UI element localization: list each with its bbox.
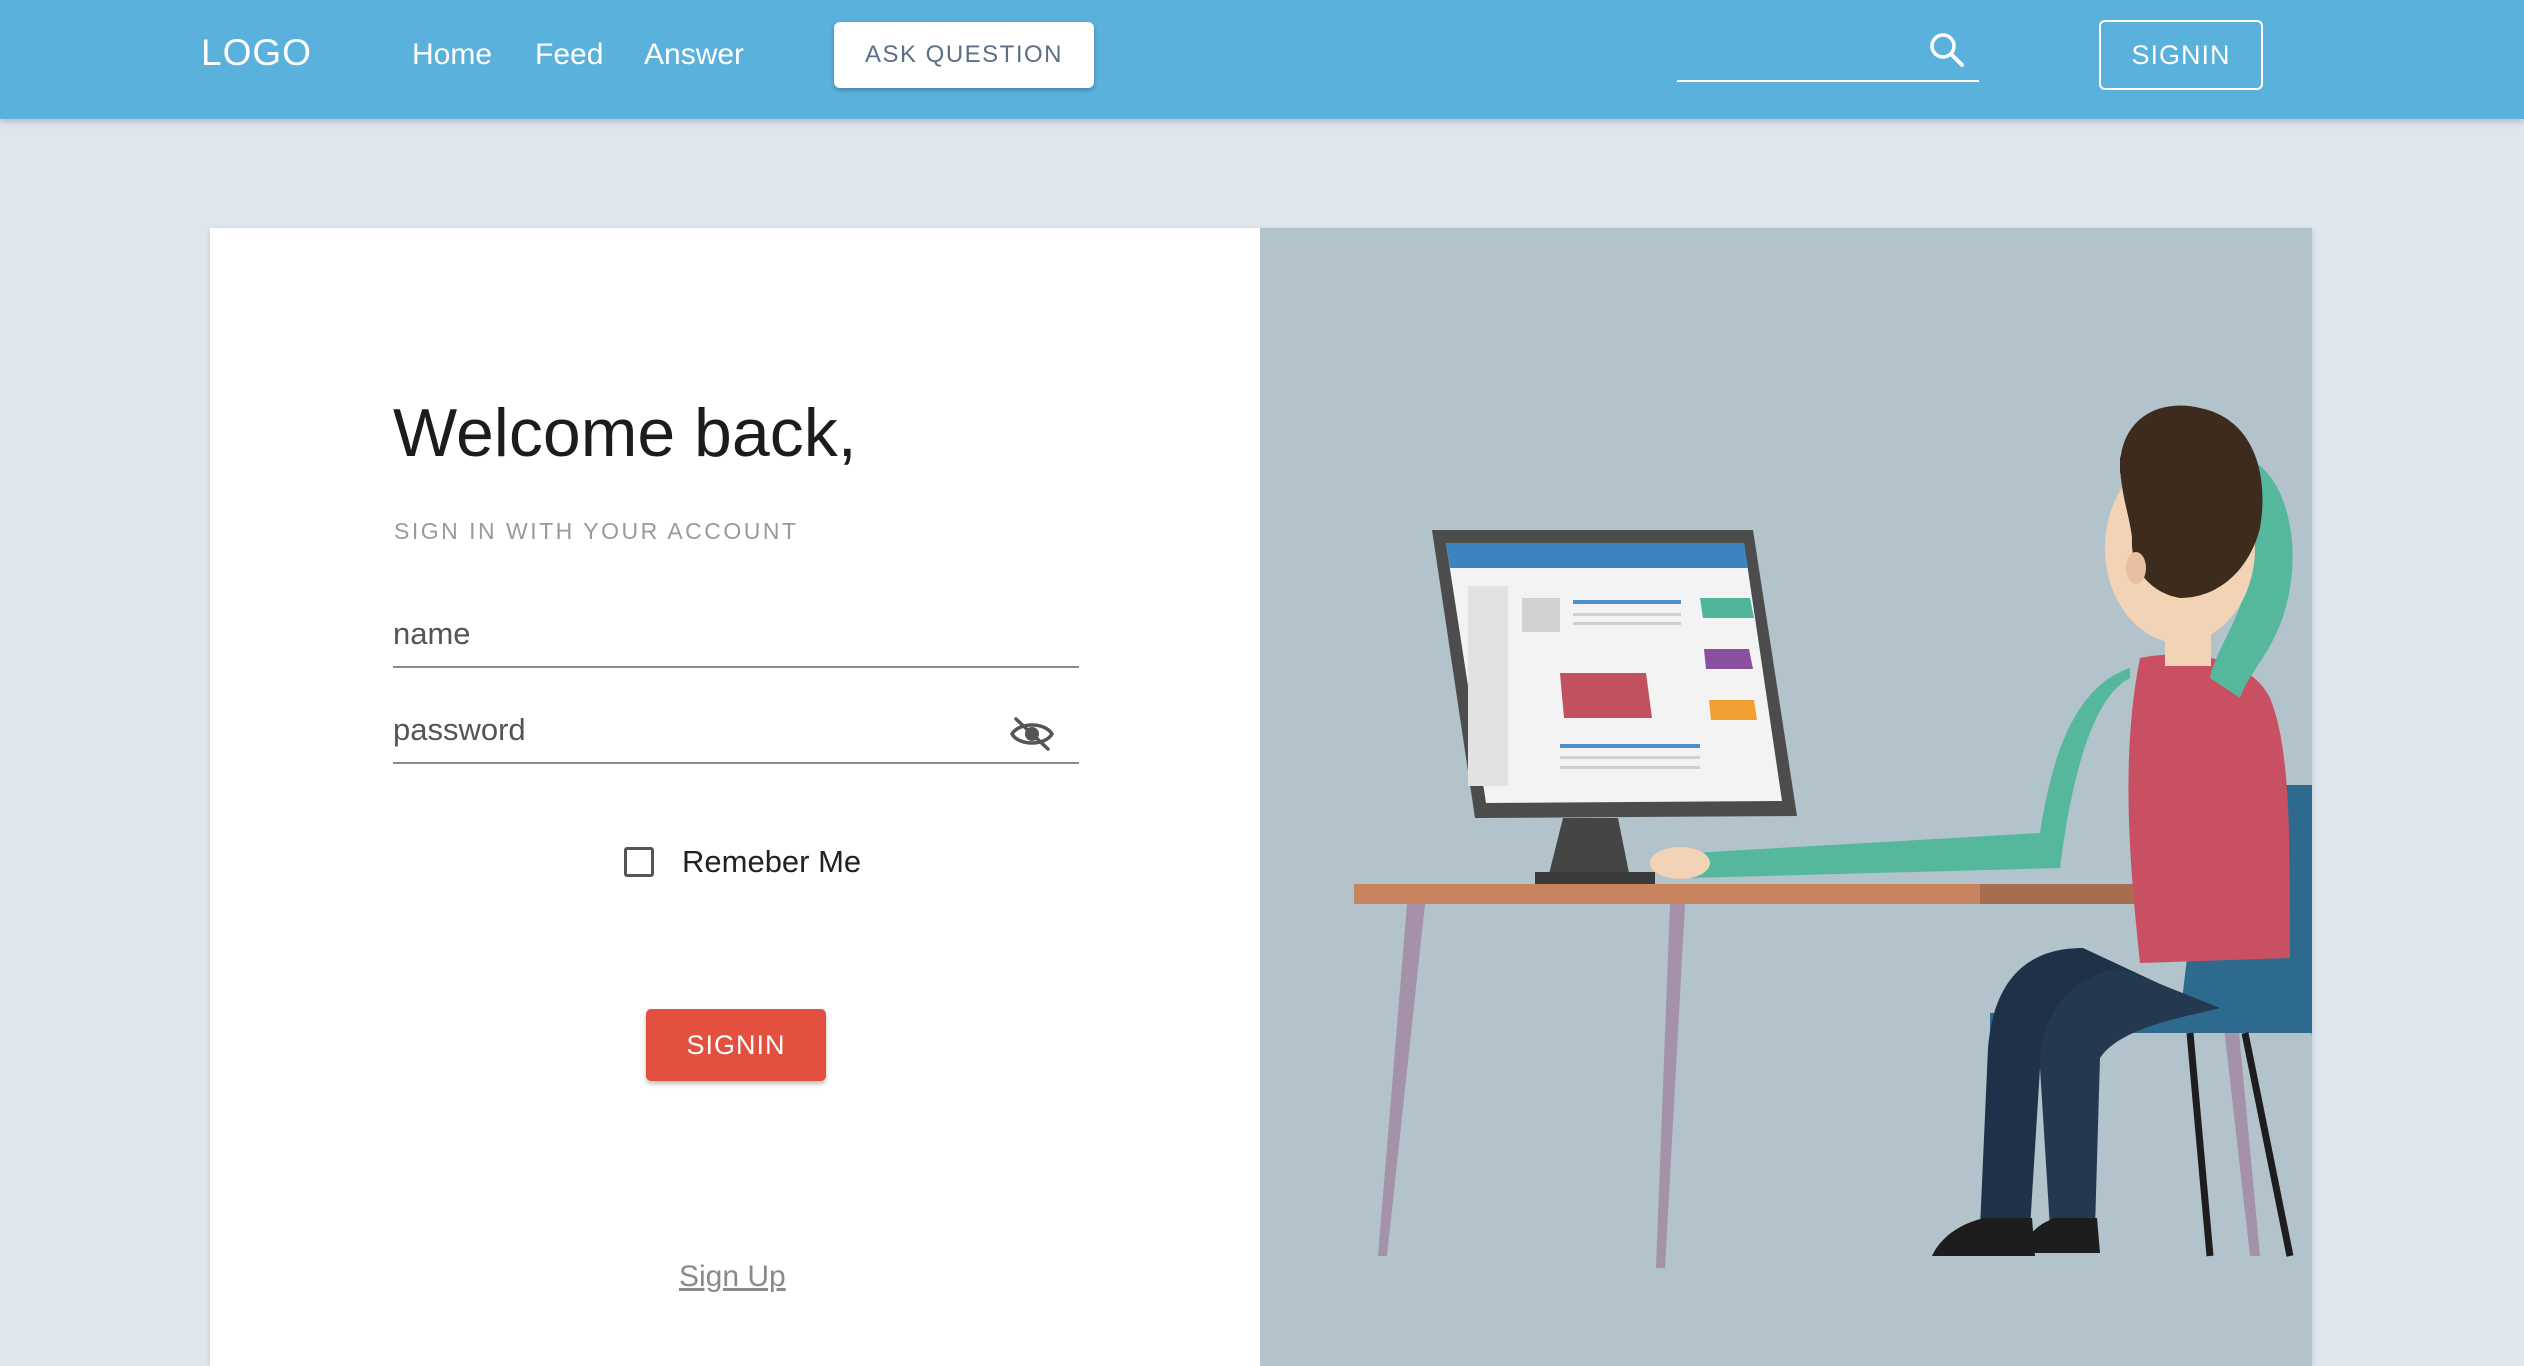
search-box <box>1677 24 1979 82</box>
nav-link-answer[interactable]: Answer <box>644 38 744 72</box>
header-signin-button[interactable]: SIGNIN <box>2099 20 2263 90</box>
name-field <box>393 602 1079 668</box>
login-subtitle: SIGN IN WITH YOUR ACCOUNT <box>394 518 799 544</box>
signin-button[interactable]: SIGNIN <box>646 1009 826 1081</box>
eye-off-icon[interactable] <box>1009 714 1055 754</box>
signup-link[interactable]: Sign Up <box>679 1260 786 1294</box>
search-icon[interactable] <box>1927 30 1967 70</box>
search-input[interactable] <box>1677 32 1921 74</box>
name-input[interactable] <box>393 612 993 656</box>
nav-link-feed[interactable]: Feed <box>535 38 603 72</box>
password-input[interactable] <box>393 708 993 752</box>
illustration-panel <box>1260 228 2312 1366</box>
page-title: Welcome back, <box>393 395 857 471</box>
person-at-computer-illustration <box>1354 405 2312 1268</box>
checkbox-unchecked-icon[interactable] <box>624 847 654 877</box>
logo[interactable]: LOGO <box>201 32 312 74</box>
login-form-panel: Welcome back, SIGN IN WITH YOUR ACCOUNT … <box>210 228 1260 1366</box>
remember-me-label: Remeber Me <box>682 844 862 879</box>
nav-link-home[interactable]: Home <box>412 38 492 72</box>
top-nav-bar: LOGO Home Feed Answer ASK QUESTION SIGNI… <box>0 0 2524 119</box>
ask-question-button[interactable]: ASK QUESTION <box>834 22 1094 88</box>
password-field <box>393 698 1079 764</box>
remember-me-checkbox[interactable]: Remeber Me <box>624 844 861 880</box>
login-card: Welcome back, SIGN IN WITH YOUR ACCOUNT … <box>210 228 2312 1366</box>
